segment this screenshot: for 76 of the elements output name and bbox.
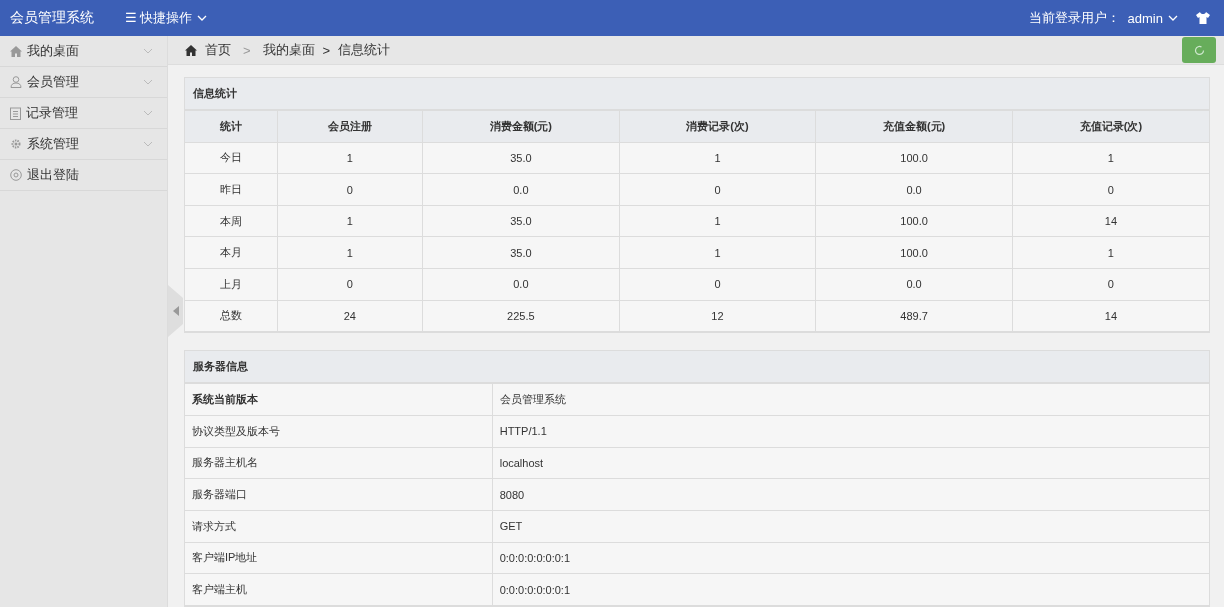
- table-cell: 客户端IP地址: [185, 542, 493, 574]
- table-cell: 0: [277, 268, 423, 301]
- table-cell: 0: [619, 173, 816, 206]
- table-cell: 总数: [185, 300, 278, 332]
- clipboard-icon: [10, 106, 21, 120]
- table-cell: 系统当前版本: [185, 383, 493, 416]
- column-header: 消费金额(元): [422, 110, 620, 143]
- user-icon: [10, 76, 22, 88]
- table-cell: 100.0: [815, 142, 1013, 174]
- chevron-icon: [143, 110, 153, 116]
- table-cell: 100.0: [815, 205, 1013, 237]
- table-cell: 昨日: [185, 173, 278, 206]
- refresh-button[interactable]: [1182, 37, 1216, 63]
- breadcrumb-separator: >: [243, 42, 251, 58]
- table-cell: 35.0: [422, 142, 620, 174]
- column-header: 充值金额(元): [815, 110, 1013, 143]
- table-cell: 489.7: [815, 300, 1013, 332]
- refresh-icon: [1193, 44, 1205, 56]
- table-cell: 0.0: [815, 268, 1013, 301]
- user-menu[interactable]: admin: [1127, 10, 1178, 26]
- triangle-left-icon: [172, 306, 179, 316]
- table-cell: 上月: [185, 268, 278, 301]
- table-cell: 会员管理系统: [492, 383, 1209, 416]
- user-label: 当前登录用户：: [1028, 9, 1120, 27]
- table-cell: 今日: [185, 142, 278, 174]
- chevron-icon: [143, 48, 153, 54]
- table-cell: 0.0: [422, 268, 620, 301]
- table-cell: 100.0: [815, 236, 1013, 269]
- home-icon: [185, 44, 197, 56]
- table-cell: 1: [277, 205, 423, 237]
- sidebar-item[interactable]: 系统管理: [0, 129, 167, 160]
- quick-actions-menu[interactable]: ☰ 快捷操作: [125, 9, 208, 27]
- sidebar-item[interactable]: 记录管理: [0, 98, 167, 129]
- sidebar-item[interactable]: 我的桌面: [0, 36, 167, 67]
- breadcrumb-link[interactable]: 我的桌面: [262, 41, 315, 59]
- table-cell: 35.0: [422, 205, 620, 237]
- table-cell: 协议类型及版本号: [185, 415, 493, 448]
- column-header: 统计: [185, 110, 278, 143]
- sidebar-item[interactable]: 会员管理: [0, 67, 167, 98]
- column-header: 会员注册: [277, 110, 423, 143]
- table-cell: 1: [619, 205, 816, 237]
- table-cell: 客户端主机: [185, 573, 493, 606]
- sidebar-item[interactable]: 退出登陆: [0, 160, 167, 191]
- column-header: 充值记录(次): [1012, 110, 1209, 143]
- table-cell: 0: [619, 268, 816, 301]
- table-cell: 1: [277, 142, 423, 174]
- table-cell: 服务器端口: [185, 478, 493, 511]
- table-cell: 服务器主机名: [185, 447, 493, 479]
- table-cell: 本月: [185, 236, 278, 269]
- table-cell: 本周: [185, 205, 278, 237]
- table-cell: 1: [619, 142, 816, 174]
- chevron-icon: [143, 141, 153, 147]
- column-header: 消费记录(次): [619, 110, 816, 143]
- chevron-icon: [197, 15, 208, 21]
- gear-icon: [10, 138, 22, 150]
- table-cell: 35.0: [422, 236, 620, 269]
- chevron-icon: [143, 79, 153, 85]
- panel-title: 信息统计: [185, 78, 1209, 111]
- table-cell: 24: [277, 300, 423, 332]
- table-cell: 请求方式: [185, 510, 493, 543]
- breadcrumb-link[interactable]: 首页: [205, 41, 231, 59]
- chevron-icon: [1168, 15, 1178, 21]
- table-cell: 0.0: [422, 173, 620, 206]
- app-title: 会员管理系统: [10, 9, 95, 27]
- table-cell: 1: [277, 236, 423, 269]
- table-cell: 1: [619, 236, 816, 269]
- home-icon: [10, 45, 22, 57]
- panel-title: 服务器信息: [185, 351, 1209, 384]
- table-cell: 0.0: [815, 173, 1013, 206]
- breadcrumb-link[interactable]: 信息统计: [338, 41, 391, 59]
- logout-icon: [10, 169, 22, 181]
- table-cell: 225.5: [422, 300, 620, 332]
- shirt-icon[interactable]: [1196, 12, 1210, 24]
- breadcrumb-separator: >: [322, 42, 331, 58]
- table-cell: 0: [277, 173, 423, 206]
- table-cell: 12: [619, 300, 816, 332]
